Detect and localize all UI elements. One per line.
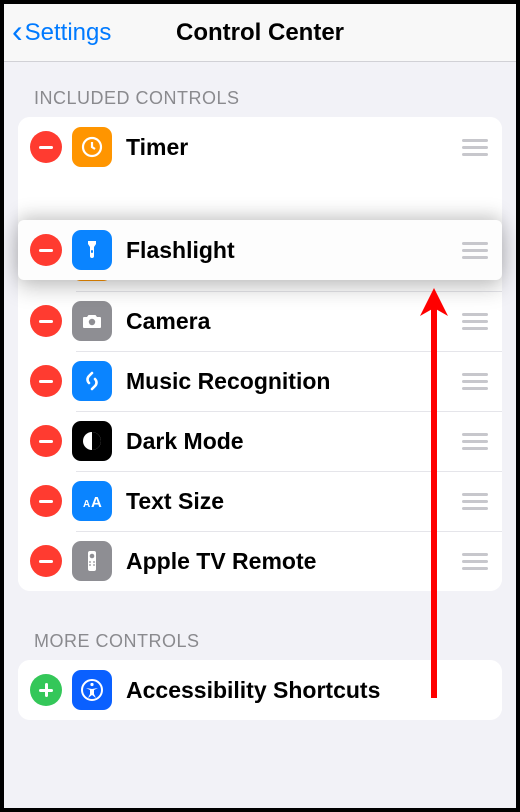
- textsize-icon: AA: [72, 481, 112, 521]
- camera-icon: [72, 301, 112, 341]
- row-music-recognition[interactable]: Music Recognition: [18, 351, 502, 411]
- row-flashlight-dragging[interactable]: Flashlight: [18, 220, 502, 280]
- row-label: Dark Mode: [126, 428, 456, 455]
- shazam-icon: [72, 361, 112, 401]
- row-label: Timer: [126, 134, 456, 161]
- timer-icon: [72, 127, 112, 167]
- row-label: Apple TV Remote: [126, 548, 456, 575]
- darkmode-icon: [72, 421, 112, 461]
- svg-text:A: A: [83, 499, 90, 510]
- remove-button[interactable]: [30, 234, 62, 266]
- section-header-included: Included Controls: [4, 62, 516, 117]
- add-button[interactable]: [30, 674, 62, 706]
- row-camera[interactable]: Camera: [18, 291, 502, 351]
- flashlight-icon: [72, 230, 112, 270]
- remote-icon: [72, 541, 112, 581]
- row-accessibility-shortcuts[interactable]: Accessibility Shortcuts: [18, 660, 502, 720]
- included-controls-list: Timer Calculator Camera: [18, 117, 502, 591]
- row-label: Accessibility Shortcuts: [126, 677, 488, 704]
- nav-bar: ‹ Settings Control Center: [4, 4, 516, 62]
- drag-handle-icon[interactable]: [456, 433, 488, 450]
- remove-button[interactable]: [30, 545, 62, 577]
- row-dark-mode[interactable]: Dark Mode: [18, 411, 502, 471]
- remove-button[interactable]: [30, 485, 62, 517]
- accessibility-icon: [72, 670, 112, 710]
- remove-button[interactable]: [30, 425, 62, 457]
- drag-handle-icon[interactable]: [456, 242, 488, 259]
- row-label: Music Recognition: [126, 368, 456, 395]
- more-controls-list: Accessibility Shortcuts: [18, 660, 502, 720]
- drag-handle-icon[interactable]: [456, 139, 488, 156]
- row-label: Text Size: [126, 488, 456, 515]
- section-header-more: More Controls: [4, 591, 516, 660]
- row-text-size[interactable]: AA Text Size: [18, 471, 502, 531]
- svg-text:A: A: [91, 494, 102, 511]
- drag-handle-icon[interactable]: [456, 373, 488, 390]
- back-button[interactable]: ‹ Settings: [12, 18, 111, 47]
- drag-handle-icon[interactable]: [456, 553, 488, 570]
- back-label: Settings: [25, 19, 112, 47]
- row-apple-tv-remote[interactable]: Apple TV Remote: [18, 531, 502, 591]
- drag-handle-icon[interactable]: [456, 313, 488, 330]
- drag-handle-icon[interactable]: [456, 493, 488, 510]
- chevron-left-icon: ‹: [12, 15, 23, 47]
- row-label: Flashlight: [126, 237, 456, 264]
- row-timer[interactable]: Timer: [18, 117, 502, 177]
- row-label: Camera: [126, 308, 456, 335]
- remove-button[interactable]: [30, 131, 62, 163]
- remove-button[interactable]: [30, 305, 62, 337]
- remove-button[interactable]: [30, 365, 62, 397]
